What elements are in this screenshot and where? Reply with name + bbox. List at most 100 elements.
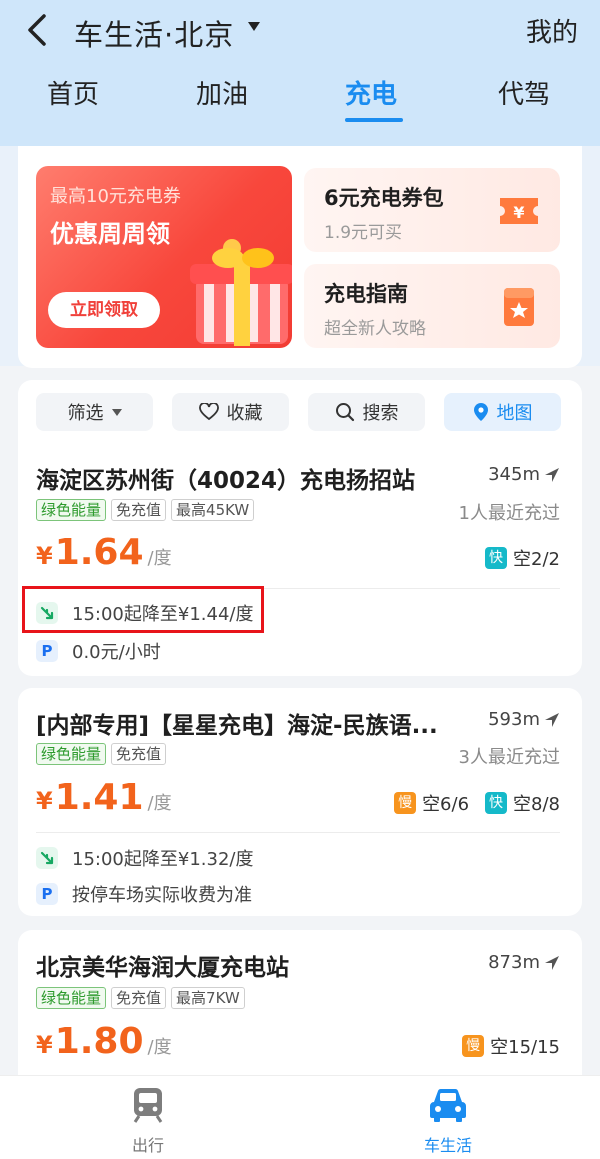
navigate-arrow-icon [545,712,559,727]
currency-symbol: ¥ [36,1031,53,1059]
fast-slots-text: 空8/8 [513,794,560,815]
station-tags: 绿色能量 免充值 [36,743,167,765]
header: 车生活·北京 我的 首页 加油 充电 代驾 [0,0,600,146]
station-name[interactable]: [内部专用]【星星充电】海淀-民族语... [36,706,456,740]
active-tab-indicator [345,118,403,122]
station-tags: 绿色能量 免充值 最高45KW [36,499,255,521]
nav-row: 车生活·北京 我的 [0,0,600,60]
tag-green-energy: 绿色能量 [36,743,107,765]
tab-designated-driver[interactable]: 代驾 [498,74,550,111]
search-label: 搜索 [362,403,399,424]
tab-charging[interactable]: 充电 [345,74,397,111]
price-down-icon [36,847,58,869]
currency-symbol: ¥ [36,542,53,570]
nav-travel[interactable]: 出行 [88,1086,208,1156]
tab-fuel[interactable]: 加油 [196,74,248,111]
train-icon [133,1088,163,1123]
divider [36,832,560,833]
slow-charge-badge: 慢 [394,792,417,814]
filter-label: 筛选 [67,403,104,424]
fast-charge-badge: 快 [485,547,508,569]
location-pin-icon [473,403,488,421]
recent-chargers: 1人最近充过 [458,503,560,524]
slow-slots-text: 空15/15 [490,1037,560,1058]
nav-travel-label: 出行 [131,1136,164,1155]
car-icon [430,1088,466,1122]
charger-availability: 慢 空6/6 快 空8/8 [394,790,560,816]
charging-guide-card[interactable]: 充电指南 超全新人攻略 [304,264,560,348]
distance-text: 873m [488,952,540,973]
distance-text: 593m [488,709,540,730]
city-dropdown-caret-icon[interactable] [248,22,260,31]
tag-green-energy: 绿色能量 [36,499,107,521]
parking-fee-text: 按停车场实际收费为准 [72,885,252,906]
tab-home[interactable]: 首页 [47,74,99,111]
currency-symbol: ¥ [36,787,53,815]
tag-no-topup: 免充值 [111,499,167,521]
tag-green-energy: 绿色能量 [36,987,107,1009]
station-name[interactable]: 北京美华海润大厦充电站 [36,948,456,982]
tag-no-topup: 免充值 [111,987,167,1009]
filter-button[interactable]: 筛选 [36,393,153,431]
navigate-arrow-icon [545,467,559,482]
navigate-arrow-icon [545,955,559,970]
favorites-button[interactable]: 收藏 [172,393,289,431]
parking-row: P 0.0元/小时 [36,638,161,664]
slow-slots-text: 空6/6 [422,794,470,815]
charging-guide-subtitle: 超全新人攻略 [324,319,426,339]
station-price: ¥ 1.64 /度 [36,532,172,573]
station-distance[interactable]: 873m [488,952,560,973]
gift-box-icon [190,239,292,346]
station-name[interactable]: 海淀区苏州街（40024）充电扬招站 [36,461,466,495]
station-price: ¥ 1.80 /度 [36,1021,172,1062]
filter-caret-icon [111,408,122,416]
map-label: 地图 [496,403,533,424]
banner-title: 优惠周周领 [50,220,170,248]
coupon-pack-title: 6元充电券包 [324,186,444,210]
nav-car-life[interactable]: 车生活 [388,1086,508,1156]
parking-fee-text: 0.0元/小时 [72,642,161,663]
map-button[interactable]: 地图 [444,393,561,431]
recent-chargers: 3人最近充过 [458,747,560,768]
category-tabs: 首页 加油 充电 代驾 [0,74,600,124]
tag-max-power: 最高45KW [171,499,255,521]
coupon-icon: ¥ [500,198,538,224]
charger-availability: 快 空2/2 [485,545,560,571]
price-drop-row: 15:00起降至¥1.32/度 [36,845,253,871]
nav-car-life-label: 车生活 [423,1136,472,1155]
price-unit: /度 [147,548,172,569]
price-unit: /度 [147,793,172,814]
distance-text: 345m [488,464,540,485]
favorites-label: 收藏 [226,403,263,424]
coupon-pack-subtitle: 1.9元可买 [324,223,403,243]
fast-charge-badge: 快 [485,792,508,814]
price-value: 1.41 [54,777,144,818]
charging-guide-title: 充电指南 [324,282,408,306]
search-icon [335,403,354,422]
back-arrow-icon[interactable] [22,12,52,48]
claim-now-button[interactable]: 立即领取 [48,292,160,328]
heart-icon [198,403,219,421]
coupon-pack-card[interactable]: 6元充电券包 1.9元可买 ¥ [304,168,560,252]
mine-link[interactable]: 我的 [526,12,578,49]
svg-text:¥: ¥ [513,203,524,222]
station-distance[interactable]: 593m [488,709,560,730]
parking-row: P 按停车场实际收费为准 [36,881,252,907]
guide-book-icon [504,288,534,326]
page-title[interactable]: 车生活·北京 [74,12,234,54]
fast-slots-text: 空2/2 [513,549,560,570]
promo-banner[interactable]: 最高10元充电券 优惠周周领 立即领取 [36,166,292,348]
parking-icon: P [36,640,58,662]
price-value: 1.64 [54,532,144,573]
bottom-navigation: 出行 车生活 [0,1075,600,1159]
slow-charge-badge: 慢 [462,1035,485,1057]
search-button[interactable]: 搜索 [308,393,425,431]
station-distance[interactable]: 345m [488,464,560,485]
tag-max-power: 最高7KW [171,987,245,1009]
station-price: ¥ 1.41 /度 [36,777,172,818]
tag-no-topup: 免充值 [111,743,167,765]
price-drop-text: 15:00起降至¥1.32/度 [72,849,254,870]
price-value: 1.80 [54,1021,144,1062]
parking-icon: P [36,883,58,905]
banner-subtitle: 最高10元充电券 [50,186,181,207]
